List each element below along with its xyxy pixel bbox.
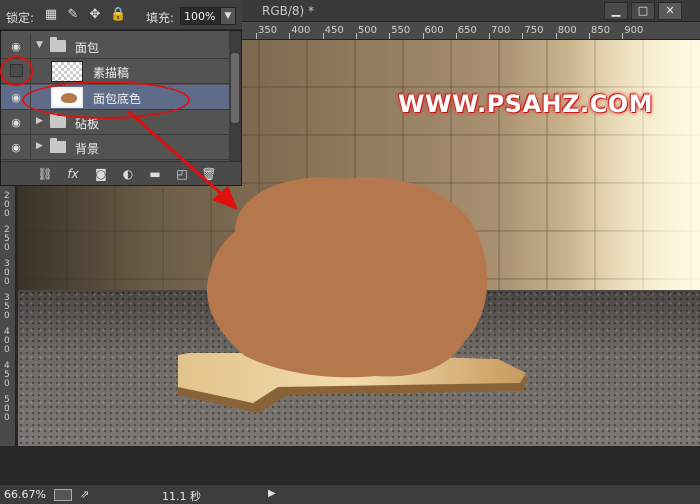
annotation-circle-visibility xyxy=(0,56,33,86)
ruler-tick-label: 700 xyxy=(491,25,511,36)
ruler-tick-label: 350 xyxy=(258,25,278,36)
folder-icon xyxy=(50,37,66,52)
link-icon[interactable]: ⛓ xyxy=(37,167,53,181)
visibility-eye-icon[interactable]: ◉ xyxy=(7,40,25,53)
ruler-tick-label: 500 xyxy=(357,25,377,36)
layer-name: 背景 xyxy=(75,142,100,156)
status-doc-icon[interactable] xyxy=(54,489,72,501)
brush-icon[interactable]: ✎ xyxy=(66,8,80,22)
ruler-tick-label: 600 xyxy=(424,25,444,36)
ruler-tick xyxy=(589,33,590,39)
document-title[interactable]: RGB/8) * xyxy=(262,4,314,18)
layer-options-bar: 锁定: ▦ ✎ ✥ 🔒 填充: 100% ▼ xyxy=(0,0,242,30)
fill-label: 填充: xyxy=(146,11,175,25)
ruler-tick-label: 4 0 0 xyxy=(4,327,10,355)
ruler-tick-label: 650 xyxy=(457,25,477,36)
watermark-text: WWW.PSAHZ.COM xyxy=(398,90,654,118)
ruler-tick-label: 850 xyxy=(591,25,611,36)
scrollbar-thumb[interactable] xyxy=(231,53,239,123)
padlock-icon[interactable]: 🔒 xyxy=(110,8,126,22)
ruler-tick xyxy=(289,33,291,39)
transparency-lock-icon[interactable]: ▦ xyxy=(44,8,58,22)
status-bar: 66.67% ⇗ 11.1 秒 ▶ xyxy=(0,484,700,504)
adjustment-icon[interactable]: ◐ xyxy=(120,167,136,181)
folder-icon xyxy=(50,113,66,128)
status-menu-arrow-icon[interactable]: ▶ xyxy=(268,488,276,499)
ruler-tick-label: 2 5 0 xyxy=(4,225,10,253)
annotation-circle-layer xyxy=(22,81,190,119)
ruler-tick xyxy=(355,33,357,39)
ruler-tick xyxy=(389,33,391,39)
ruler-tick-label: 3 5 0 xyxy=(4,293,10,321)
ruler-tick-label: 550 xyxy=(391,25,411,36)
layer-thumbnail xyxy=(51,61,83,82)
visibility-eye-icon[interactable]: ◉ xyxy=(7,141,25,154)
timing-readout: 11.1 秒 xyxy=(162,490,201,503)
ruler-tick xyxy=(256,33,257,39)
ruler-tick xyxy=(555,33,557,39)
fill-input[interactable]: 100% xyxy=(180,7,220,25)
vertical-ruler: 2 0 0 2 5 0 3 0 0 3 5 0 4 0 0 4 5 0 5 0 0 xyxy=(0,186,16,458)
ruler-tick-label: 800 xyxy=(557,25,577,36)
mask-icon[interactable]: ◙ xyxy=(93,167,109,181)
layers-scrollbar[interactable] xyxy=(229,31,241,161)
minimize-button[interactable]: ▁ xyxy=(604,2,628,20)
fill-dropdown-icon[interactable]: ▼ xyxy=(220,7,236,25)
ruler-tick-label: 2 0 0 xyxy=(4,191,10,219)
layer-name: 素描稿 xyxy=(93,66,130,80)
canvas-pasteboard xyxy=(0,446,700,484)
ruler-tick xyxy=(455,33,457,39)
ruler-tick xyxy=(322,33,324,39)
ruler-tick xyxy=(522,33,524,39)
layers-footer-toolbar: ⛓ fx ◙ ◐ ▬ ◰ 🗑 xyxy=(1,161,241,185)
layer-row-group-background[interactable]: ◉ ▶ 背景 xyxy=(1,135,229,160)
close-button[interactable]: ✕ xyxy=(658,2,682,20)
ruler-tick-label: 4 5 0 xyxy=(4,361,10,389)
trash-icon[interactable]: 🗑 xyxy=(201,167,217,181)
bread-base-color xyxy=(206,177,488,378)
lock-label: 锁定: xyxy=(6,11,35,25)
ruler-tick-label: 400 xyxy=(291,25,311,36)
horizontal-ruler: 350 400 450 500 550 600 650 700 750 800 850 900 xyxy=(242,22,700,40)
ruler-tick-label: 450 xyxy=(324,25,344,36)
export-icon[interactable]: ⇗ xyxy=(80,488,89,501)
ruler-tick xyxy=(422,33,424,39)
ruler-tick-label: 750 xyxy=(524,25,544,36)
collapse-triangle-icon[interactable]: ▶ xyxy=(36,116,43,126)
ruler-tick-label: 900 xyxy=(624,25,644,36)
ruler-tick-label: 5 0 0 xyxy=(4,395,10,423)
new-layer-icon[interactable]: ◰ xyxy=(174,167,190,181)
ruler-tick xyxy=(622,33,624,39)
collapse-triangle-icon[interactable]: ▶ xyxy=(36,141,43,151)
maximize-button[interactable]: □ xyxy=(631,2,655,20)
layer-name: 面包 xyxy=(75,41,100,55)
layer-row-group-bread[interactable]: ◉ ▼ 面包 xyxy=(1,34,229,59)
fx-icon[interactable]: fx xyxy=(65,167,81,181)
ruler-tick xyxy=(489,33,491,39)
folder-icon xyxy=(50,138,66,153)
zoom-level[interactable]: 66.67% xyxy=(4,488,46,501)
expand-triangle-icon[interactable]: ▼ xyxy=(36,40,43,50)
ruler-tick-label: 3 0 0 xyxy=(4,259,10,287)
move-icon[interactable]: ✥ xyxy=(88,8,102,22)
visibility-eye-icon[interactable]: ◉ xyxy=(7,116,25,129)
folder-icon[interactable]: ▬ xyxy=(147,167,163,181)
